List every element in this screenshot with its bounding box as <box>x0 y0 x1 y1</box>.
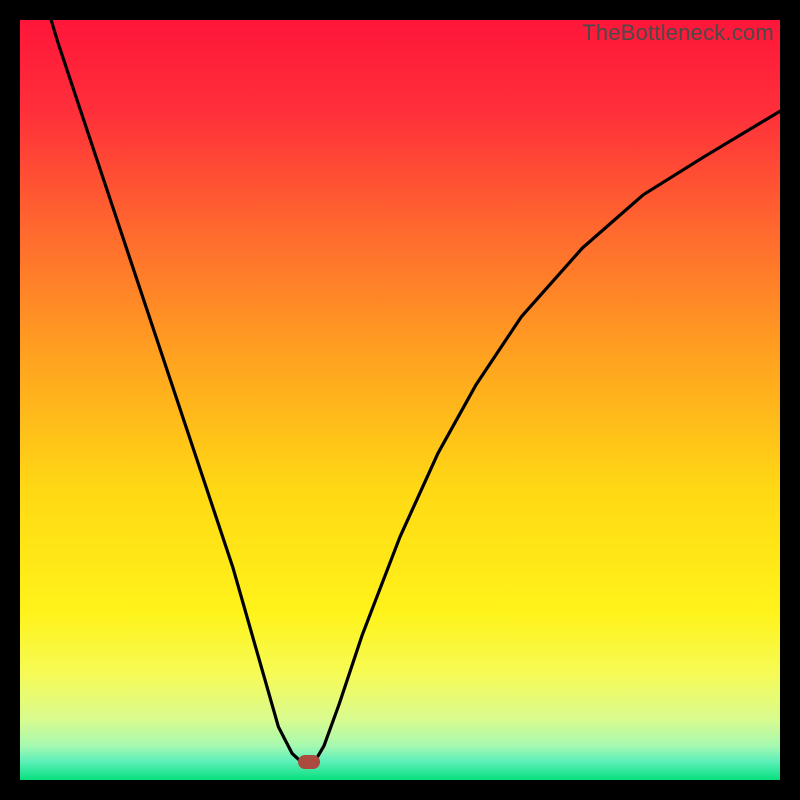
minimum-marker <box>298 755 320 769</box>
plot-frame: TheBottleneck.com <box>20 20 780 780</box>
bottleneck-curve <box>20 20 780 780</box>
